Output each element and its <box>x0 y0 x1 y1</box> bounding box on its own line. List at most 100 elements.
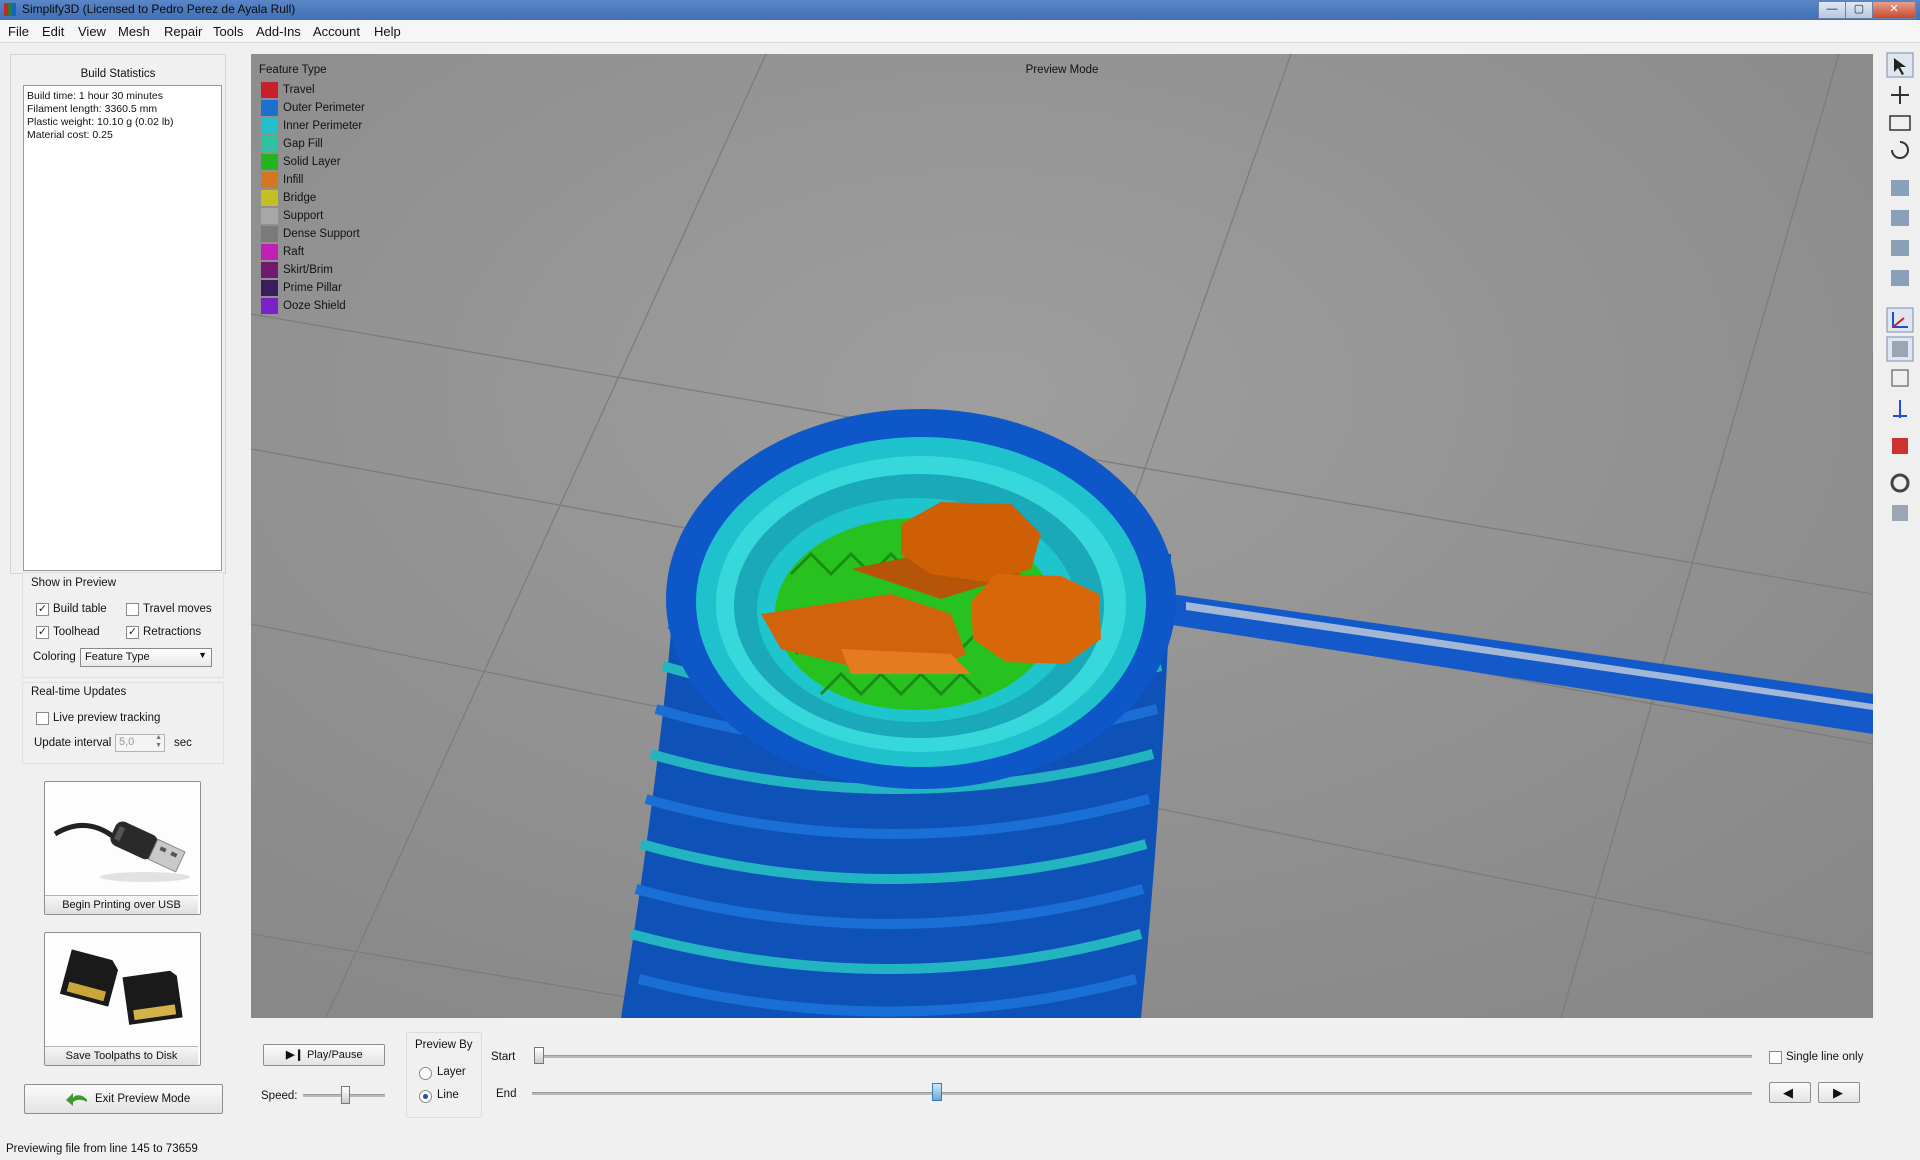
close-button[interactable]: ✕ <box>1872 1 1916 19</box>
spinner-arrows-icon[interactable]: ▲ ▼ <box>155 734 162 750</box>
menu-view[interactable]: View <box>78 24 106 39</box>
legend-swatch <box>261 172 278 188</box>
single-line-only-label: Single line only <box>1786 1051 1864 1063</box>
status-text: Previewing file from line 145 to 73659 <box>6 1143 198 1155</box>
legend-title: Feature Type <box>259 64 327 76</box>
legend-swatch <box>261 82 278 98</box>
layer-radio-label: Layer <box>437 1066 466 1078</box>
previous-arrow-icon: ◀ <box>1783 1085 1793 1100</box>
menu-bar: File Edit View Mesh Repair Tools Add-Ins… <box>0 20 1920 43</box>
disk-button-caption-bar: Save Toolpaths to Disk <box>45 1046 198 1065</box>
legend-swatch <box>261 208 278 224</box>
build-table-checkbox[interactable]: ✓ <box>36 603 49 616</box>
stat-build-time: Build time: 1 hour 30 minutes <box>27 90 163 102</box>
next-button[interactable]: ▶ <box>1818 1082 1860 1103</box>
status-bar: Previewing file from line 145 to 73659 <box>0 1140 1920 1160</box>
menu-tools[interactable]: Tools <box>213 24 243 39</box>
legend-swatch <box>261 190 278 206</box>
play-pause-button[interactable]: ▶❙ Play/Pause <box>263 1044 385 1066</box>
legend-swatch <box>261 262 278 278</box>
retractions-checkbox[interactable]: ✓ <box>126 626 139 639</box>
legend-label: Inner Perimeter <box>283 120 363 132</box>
toolhead-checkbox[interactable]: ✓ <box>36 626 49 639</box>
travel-moves-checkbox[interactable] <box>126 603 139 616</box>
menu-add-ins[interactable]: Add-Ins <box>256 24 301 39</box>
legend-label: Solid Layer <box>283 156 341 168</box>
update-interval-spinner[interactable]: 5,0 ▲ ▼ <box>115 734 165 752</box>
menu-repair[interactable]: Repair <box>164 24 202 39</box>
legend-swatch <box>261 244 278 260</box>
begin-printing-usb-button[interactable]: Begin Printing over USB <box>44 781 201 915</box>
live-preview-tracking-label: Live preview tracking <box>53 712 161 724</box>
realtime-updates-title: Real-time Updates <box>31 686 127 698</box>
playback-panel: ▶❙ Play/Pause Speed: Preview By Layer Li… <box>251 1022 1873 1122</box>
stat-material-cost: Material cost: 0.25 <box>27 129 113 141</box>
legend-label: Gap Fill <box>283 138 323 150</box>
menu-file[interactable]: File <box>8 24 29 39</box>
next-arrow-icon: ▶ <box>1833 1085 1843 1100</box>
legend-swatch <box>261 100 278 116</box>
start-slider-thumb[interactable] <box>534 1047 544 1064</box>
menu-edit[interactable]: Edit <box>42 24 64 39</box>
legend-label: Infill <box>283 174 304 186</box>
legend-swatch <box>261 136 278 152</box>
legend-label: Prime Pillar <box>283 282 342 294</box>
right-toolbar <box>1880 50 1920 570</box>
previous-button[interactable]: ◀ <box>1769 1082 1811 1103</box>
stat-filament-length: Filament length: 3360.5 mm <box>27 103 158 115</box>
line-radio[interactable] <box>419 1090 432 1103</box>
exit-preview-label: Exit Preview Mode <box>95 1093 191 1105</box>
show-in-preview-group: Show in Preview ✓ Build table Travel mov… <box>22 572 224 678</box>
usb-button-label: Begin Printing over USB <box>62 899 181 911</box>
3d-viewport[interactable]: Preview Mode Feature Type Travel Outer Pe… <box>251 54 1873 1018</box>
exit-preview-button[interactable]: Exit Preview Mode <box>24 1084 223 1114</box>
printed-cylinder <box>621 409 1176 1018</box>
coloring-select[interactable]: Feature Type ▼ <box>80 648 212 667</box>
menu-account[interactable]: Account <box>313 24 360 39</box>
single-line-only-checkbox[interactable] <box>1769 1051 1782 1064</box>
legend-label: Dense Support <box>283 228 360 240</box>
travel-moves-label: Travel moves <box>143 603 212 615</box>
legend-swatch <box>261 298 278 314</box>
legend-swatch <box>261 226 278 242</box>
legend-label: Ooze Shield <box>283 300 346 312</box>
start-slider-track[interactable] <box>534 1055 1752 1058</box>
usb-cable-icon <box>53 821 190 882</box>
legend-label: Raft <box>283 246 305 258</box>
maximize-button[interactable]: ▢ <box>1845 1 1873 19</box>
realtime-updates-group: Real-time Updates Live preview tracking … <box>22 682 224 764</box>
build-statistics-title: Build Statistics <box>80 68 156 80</box>
title-bar: Simplify3D (Licensed to Pedro Perez de A… <box>0 0 1920 20</box>
minimize-button[interactable]: — <box>1818 1 1846 19</box>
chevron-down-icon: ▼ <box>198 650 207 660</box>
toolbar-icons <box>1886 52 1914 521</box>
line-radio-label: Line <box>437 1089 459 1101</box>
preview-mode-label: Preview Mode <box>1025 64 1099 76</box>
usb-button-caption-bar: Begin Printing over USB <box>45 895 198 914</box>
build-statistics-box: Build time: 1 hour 30 minutes Filament l… <box>23 85 222 571</box>
preview-by-title: Preview By <box>415 1039 473 1051</box>
legend-label: Outer Perimeter <box>283 102 365 114</box>
menu-mesh[interactable]: Mesh <box>118 24 150 39</box>
preview-by-group: Preview By Layer Line <box>406 1032 482 1118</box>
menu-help[interactable]: Help <box>374 24 401 39</box>
retractions-label: Retractions <box>143 626 202 638</box>
3d-scene <box>251 54 1873 1018</box>
back-arrow-icon <box>66 1093 87 1106</box>
build-statistics-panel: Build Statistics Build time: 1 hour 30 m… <box>10 54 226 574</box>
build-table-label: Build table <box>53 603 107 615</box>
save-toolpaths-button[interactable]: Save Toolpaths to Disk <box>44 932 201 1066</box>
live-preview-tracking-checkbox[interactable] <box>36 712 49 725</box>
coloring-select-value: Feature Type <box>85 651 150 663</box>
update-interval-value: 5,0 <box>119 736 135 748</box>
disk-button-label: Save Toolpaths to Disk <box>65 1050 178 1062</box>
legend-swatch <box>261 154 278 170</box>
layer-radio[interactable] <box>419 1067 432 1080</box>
end-slider-track[interactable] <box>532 1092 1752 1095</box>
end-slider-thumb[interactable] <box>931 1083 942 1101</box>
legend-label: Travel <box>283 84 315 96</box>
show-in-preview-title: Show in Preview <box>31 577 117 589</box>
coloring-label: Coloring <box>33 651 76 663</box>
speed-slider-thumb[interactable] <box>340 1086 350 1104</box>
legend-swatch <box>261 118 278 134</box>
